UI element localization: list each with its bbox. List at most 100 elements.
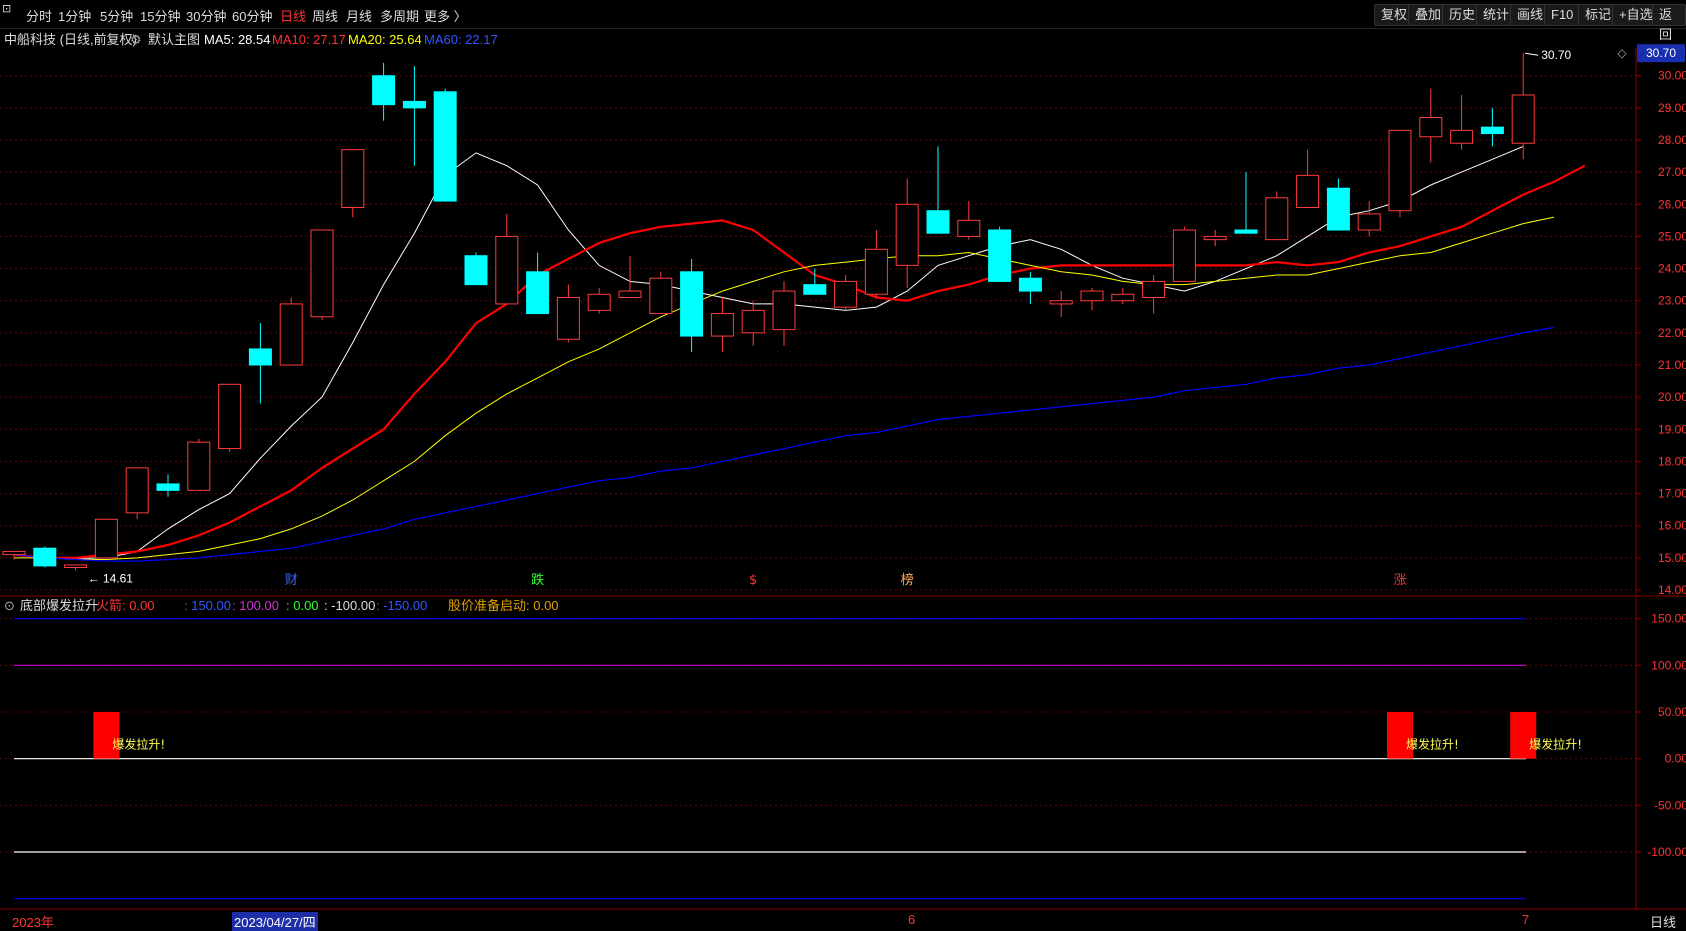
candle-body-up: [2, 550, 26, 556]
candle-body-up: [279, 303, 303, 366]
event-marker: 涨: [1393, 573, 1406, 588]
candle-body-down: [433, 91, 457, 202]
candle-body-up: [772, 290, 796, 331]
candle-body-up: [1450, 129, 1474, 144]
indicator-axis: 150.00 100.00 50.00 0.00 -50.00 -100.00: [1636, 612, 1686, 859]
event-marker: $: [749, 573, 757, 588]
candle-body-down: [1018, 277, 1042, 292]
bottom-time-axis: 2023年 2023/04/27/四 6 7 日线: [0, 910, 1686, 931]
signal-text: 爆发拉升!: [1406, 737, 1459, 752]
main-price-axis: 14.00 15.00 16.00 17.00 18.00 19.00 20.00 21.00…: [0, 48, 1686, 910]
candle-body-up: [710, 313, 734, 337]
candle-body-up: [834, 280, 858, 308]
month-7-label: 7: [1522, 912, 1530, 927]
candle-body-up: [94, 518, 118, 559]
event-marker: 财: [285, 573, 298, 588]
indicator-tick-label: 50.00: [1658, 705, 1686, 719]
candle-body-down: [803, 284, 827, 295]
candle-body-up: [895, 203, 919, 266]
candle-body-up: [1265, 197, 1289, 241]
indicator-tick-label: 0.00: [1665, 752, 1686, 766]
candle-body-up: [1419, 117, 1443, 138]
event-markers: 财 跌 $ 榜 涨: [285, 572, 1407, 588]
year-label: 2023年: [12, 915, 54, 930]
high-pointer: [1525, 52, 1539, 56]
price-tick-label: 21.00: [1658, 358, 1686, 372]
price-tick-label: 15.00: [1658, 551, 1686, 565]
candle-body-down: [1234, 229, 1258, 234]
price-tick-label: 26.00: [1658, 197, 1686, 211]
price-tick-label: 25.00: [1658, 229, 1686, 243]
candle-body-down: [988, 229, 1012, 282]
price-tick-label: 24.00: [1658, 262, 1686, 276]
price-tick-label: 29.00: [1658, 101, 1686, 115]
candle-body-up: [125, 467, 149, 514]
price-tick-label: 23.00: [1658, 294, 1686, 308]
candle-body-up: [1511, 94, 1535, 144]
candle-body-down: [526, 271, 550, 315]
candle-body-up: [741, 309, 765, 334]
candle-body-down: [372, 75, 396, 106]
candle-body-up: [1080, 290, 1104, 302]
signal-text: 爆发拉升!: [1529, 737, 1582, 752]
candle-body-up: [1388, 129, 1412, 212]
price-tick-label: 18.00: [1658, 454, 1686, 468]
candle-body-up: [64, 564, 88, 569]
candle-body-up: [618, 290, 642, 299]
price-tick-label: 20.00: [1658, 390, 1686, 404]
candle-body-up: [495, 235, 519, 305]
event-marker: 榜: [901, 572, 914, 588]
period-label[interactable]: 日线: [1650, 912, 1676, 931]
indicator-tick-label: -100.00: [1647, 845, 1686, 859]
indicator-tick-label: 100.00: [1651, 658, 1686, 672]
candle-body-up: [864, 248, 888, 295]
price-tick-label: 17.00: [1658, 487, 1686, 501]
indicator-reference-lines: [14, 618, 1526, 900]
price-tick-label: 30.00: [1658, 69, 1686, 83]
candle-body-up: [1296, 174, 1320, 209]
candlesticks: [2, 53, 1535, 571]
current-price-tag: 30.70: [1646, 46, 1676, 60]
month-6-label: 6: [908, 912, 916, 927]
candle-body-up: [1142, 280, 1166, 298]
candle-body-up: [218, 383, 242, 450]
candle-body-up: [1172, 229, 1196, 282]
candle-body-up: [1203, 235, 1227, 241]
candle-body-up: [1357, 213, 1381, 231]
price-tick-label: 28.00: [1658, 133, 1686, 147]
indicator-tick-label: 150.00: [1651, 612, 1686, 626]
candle-body-down: [464, 255, 488, 286]
price-tick-label: 22.00: [1658, 326, 1686, 340]
indicator-signals: 爆发拉升! 爆发拉升! 爆发拉升!: [93, 712, 1582, 759]
candle-body-up: [341, 149, 365, 208]
candle-body-down: [926, 210, 950, 234]
candle-body-up: [957, 219, 981, 237]
candle-body-down: [1326, 187, 1350, 231]
candle-body-up: [649, 277, 673, 315]
indicator-tick-label: -50.00: [1654, 798, 1686, 812]
candle-body-down: [33, 547, 57, 567]
diamond-icon: ◇: [1617, 46, 1627, 60]
candle-body-down: [402, 100, 426, 109]
main-grid: [0, 75, 1686, 597]
low-price-label: ← 14.61: [88, 571, 134, 585]
candle-body-down: [680, 271, 704, 337]
candle-body-up: [1111, 293, 1135, 302]
candle-body-up: [187, 441, 211, 491]
candle-body-up: [1049, 300, 1073, 305]
price-tick-label: 14.00: [1658, 583, 1686, 597]
ma-line-ma5: [13, 145, 1524, 560]
price-tick-label: 19.00: [1658, 422, 1686, 436]
candle-body-up: [310, 229, 334, 318]
event-marker: 跌: [531, 572, 544, 588]
candle-body-up: [587, 293, 611, 311]
price-tick-label: 27.00: [1658, 165, 1686, 179]
price-tick-label: 16.00: [1658, 519, 1686, 533]
signal-text: 爆发拉升!: [112, 737, 165, 752]
candle-body-down: [248, 348, 272, 366]
candle-body-down: [1480, 126, 1504, 135]
candle-body-up: [556, 297, 580, 340]
chart-canvas[interactable]: 14.00 15.00 16.00 17.00 18.00 19.00 20.00 21.00…: [0, 0, 1686, 929]
candle-body-down: [156, 483, 180, 491]
cursor-date-label: 2023/04/27/四: [232, 912, 318, 931]
